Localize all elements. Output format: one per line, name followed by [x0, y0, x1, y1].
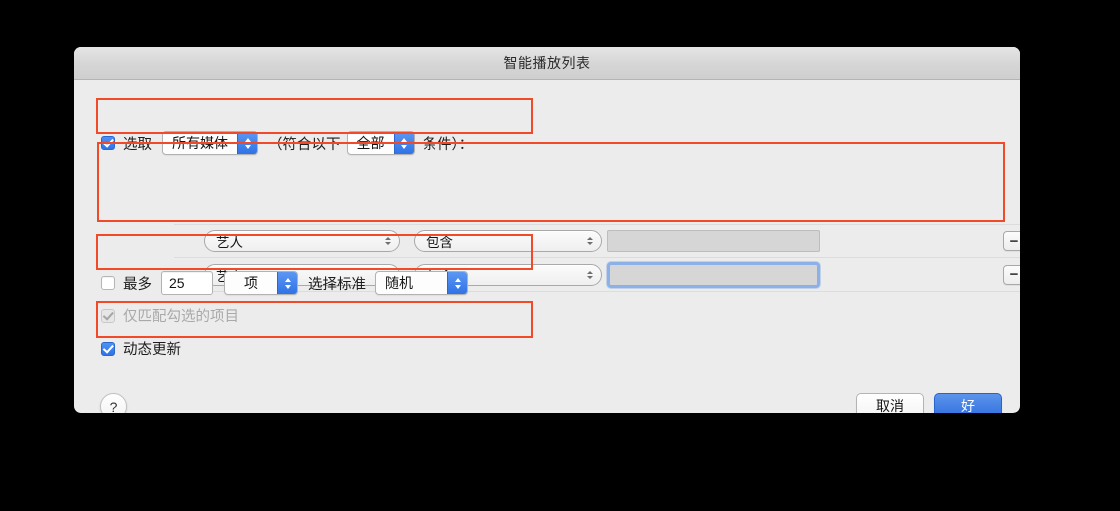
footer-buttons: 取消 好 [856, 393, 1002, 413]
table-row: 艺人 包含 − + [174, 224, 1020, 258]
help-button[interactable]: ? [100, 393, 127, 413]
match-only-checked-row: 仅匹配勾选的项目 [101, 305, 239, 326]
chevron-updown-icon [587, 237, 593, 245]
smart-playlist-dialog: 智能播放列表 选取 所有媒体 （符合以下 全部 条件）： 艺人 包含 − − 最… [74, 47, 1020, 413]
match-criteria-checkbox[interactable] [101, 136, 115, 150]
ok-button[interactable]: 好 [934, 393, 1002, 413]
chevron-updown-icon [237, 132, 257, 154]
remove-rule-button[interactable]: − [1003, 264, 1020, 285]
chevron-updown-icon [587, 270, 593, 279]
match-only-checked-label: 仅匹配勾选的项目 [123, 309, 239, 325]
rule-value-input-wrap [607, 230, 820, 252]
rule-field-value: 艺人 [216, 235, 243, 250]
selection-order-select[interactable]: 随机 [375, 271, 468, 295]
chevron-updown-icon [385, 237, 391, 245]
rule-operator-select[interactable]: 包含 [414, 230, 602, 252]
paren-open-text: （符合以下 [268, 136, 341, 153]
screen: 智能播放列表 选取 所有媒体 （符合以下 全部 条件）： 艺人 包含 − − 最… [0, 0, 1120, 511]
match-criteria-label: 选取 [123, 136, 152, 153]
logic-select[interactable]: 全部 [346, 131, 415, 155]
live-update-label: 动态更新 [123, 342, 181, 358]
match-criteria-row: 选取 所有媒体 （符合以下 全部 条件）： [101, 131, 473, 155]
rule-value-input-focused[interactable] [607, 261, 820, 288]
live-update-checkbox[interactable] [101, 341, 115, 356]
selection-order-value: 随机 [385, 275, 413, 291]
dialog-title: 智能播放列表 [503, 55, 591, 71]
limit-checkbox[interactable] [101, 276, 115, 290]
remove-rule-button[interactable]: − [1003, 231, 1020, 251]
chevron-updown-icon [277, 272, 297, 294]
cancel-button[interactable]: 取消 [856, 393, 924, 413]
live-update-row: 动态更新 [101, 338, 181, 359]
rule-row-buttons: − + [1003, 264, 1020, 285]
rule-operator-value: 包含 [426, 235, 453, 250]
dialog-body: 选取 所有媒体 （符合以下 全部 条件）： 艺人 包含 − − 最多 25 项 … [74, 80, 1020, 413]
help-icon: ? [109, 398, 118, 414]
limit-amount-input[interactable]: 25 [161, 271, 213, 295]
match-only-checked-checkbox [101, 308, 115, 323]
limit-unit-value: 项 [244, 275, 258, 291]
chevron-updown-icon [393, 132, 414, 154]
source-select[interactable]: 所有媒体 [162, 131, 258, 155]
rule-row-buttons: − + [1003, 231, 1020, 251]
source-select-value: 所有媒体 [172, 135, 228, 151]
rule-field-select[interactable]: 艺人 [204, 230, 400, 252]
rule-value-input[interactable] [607, 230, 820, 252]
limit-unit-select[interactable]: 项 [224, 271, 298, 295]
dialog-titlebar: 智能播放列表 [74, 47, 1020, 80]
rule-value-input-wrap [607, 261, 820, 288]
chevron-updown-icon [447, 272, 467, 294]
logic-select-value: 全部 [356, 135, 385, 151]
limit-label: 最多 [123, 276, 152, 293]
paren-close-text: 条件）： [422, 136, 474, 153]
selected-by-label: 选择标准 [308, 276, 366, 293]
limit-row: 最多 25 项 选择标准 随机 [101, 271, 468, 295]
